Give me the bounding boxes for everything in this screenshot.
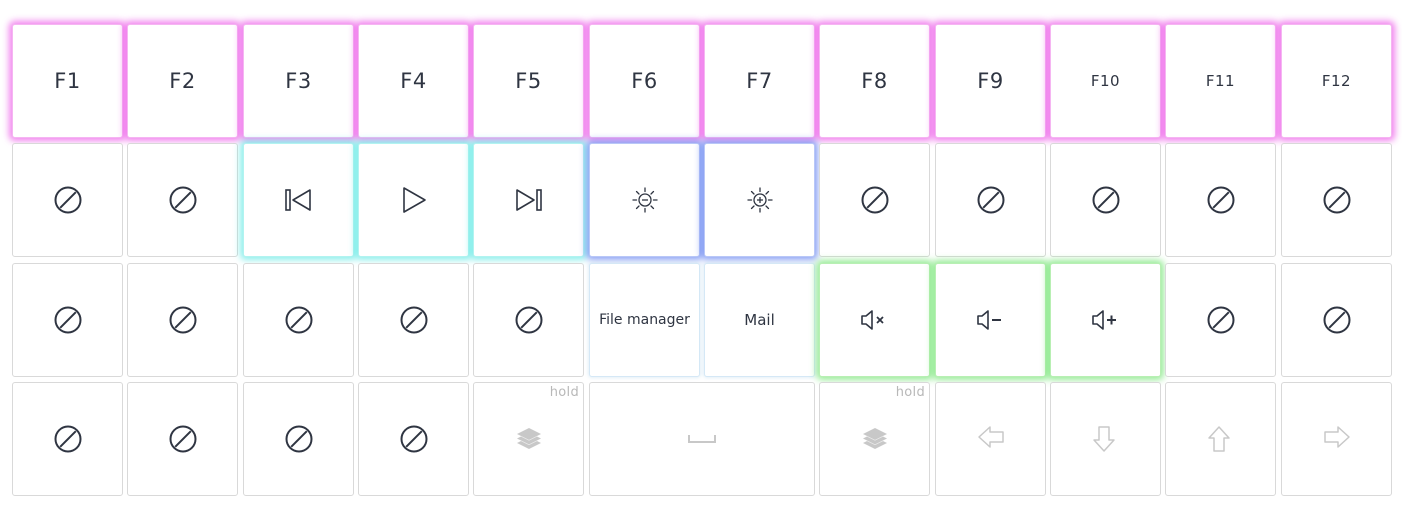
key-r4k2[interactable] [127, 382, 238, 496]
previous-track-icon [284, 187, 314, 213]
brightness-up-icon [746, 186, 774, 214]
no-action-icon [976, 185, 1006, 215]
key-f1[interactable]: F1 [12, 24, 123, 138]
key-brightness-up[interactable] [704, 143, 815, 257]
key-r2k12[interactable] [1281, 143, 1392, 257]
no-action-icon [53, 305, 83, 335]
key-r2k8[interactable] [819, 143, 930, 257]
key-label: F6 [631, 69, 658, 93]
layers-icon [515, 426, 543, 452]
key-r3k2[interactable] [127, 263, 238, 377]
arrow-up-icon [1207, 425, 1235, 453]
key-label: F2 [169, 69, 196, 93]
key-label: F1 [54, 69, 81, 93]
key-r4k3[interactable] [243, 382, 354, 496]
key-media-previous[interactable] [243, 143, 354, 257]
layers-icon [861, 426, 889, 452]
key-brightness-down[interactable] [589, 143, 700, 257]
no-action-icon [399, 424, 429, 454]
next-track-icon [514, 187, 544, 213]
no-action-icon [168, 305, 198, 335]
key-r3k5[interactable] [473, 263, 584, 377]
key-r4k4[interactable] [358, 382, 469, 496]
no-action-icon [1322, 185, 1352, 215]
volume-down-icon [975, 308, 1007, 332]
key-f3[interactable]: F3 [243, 24, 354, 138]
key-text-label: File manager [599, 312, 690, 328]
no-action-icon [514, 305, 544, 335]
key-f7[interactable]: F7 [704, 24, 815, 138]
key-file-manager[interactable]: File manager [589, 263, 700, 377]
key-label: F5 [515, 69, 542, 93]
no-action-icon [1206, 305, 1236, 335]
play-icon [400, 186, 428, 214]
key-volume-up[interactable] [1050, 263, 1161, 377]
no-action-icon [860, 185, 890, 215]
hold-label: hold [895, 385, 925, 400]
volume-up-icon [1090, 308, 1122, 332]
key-mail[interactable]: Mail [704, 263, 815, 377]
key-media-next[interactable] [473, 143, 584, 257]
key-layer-right[interactable]: hold [819, 382, 930, 496]
key-r3k1[interactable] [12, 263, 123, 377]
key-text-label: Mail [744, 311, 775, 329]
key-f4[interactable]: F4 [358, 24, 469, 138]
key-label: F9 [977, 69, 1004, 93]
key-r4k1[interactable] [12, 382, 123, 496]
key-f12[interactable]: F12 [1281, 24, 1392, 138]
key-f5[interactable]: F5 [473, 24, 584, 138]
key-label: F7 [746, 69, 773, 93]
key-layer-left[interactable]: hold [473, 382, 584, 496]
key-f9[interactable]: F9 [935, 24, 1046, 138]
key-r2k9[interactable] [935, 143, 1046, 257]
key-r3k4[interactable] [358, 263, 469, 377]
key-f2[interactable]: F2 [127, 24, 238, 138]
key-media-play[interactable] [358, 143, 469, 257]
key-volume-down[interactable] [935, 263, 1046, 377]
key-r2k10[interactable] [1050, 143, 1161, 257]
key-f10[interactable]: F10 [1050, 24, 1161, 138]
key-f6[interactable]: F6 [589, 24, 700, 138]
no-action-icon [1206, 185, 1236, 215]
brightness-down-icon [631, 186, 659, 214]
volume-mute-icon [859, 308, 891, 332]
key-arrow-right[interactable] [1281, 382, 1392, 496]
arrow-down-icon [1092, 425, 1120, 453]
arrow-left-icon [977, 425, 1005, 453]
key-r2k1[interactable] [12, 143, 123, 257]
key-label: F3 [285, 69, 312, 93]
key-r3k11[interactable] [1165, 263, 1276, 377]
key-f11[interactable]: F11 [1165, 24, 1276, 138]
arrow-right-icon [1323, 425, 1351, 453]
no-action-icon [399, 305, 429, 335]
no-action-icon [168, 185, 198, 215]
space-bar-icon [687, 434, 717, 444]
no-action-icon [284, 305, 314, 335]
key-r3k3[interactable] [243, 263, 354, 377]
hold-label: hold [549, 385, 579, 400]
no-action-icon [1322, 305, 1352, 335]
key-volume-mute[interactable] [819, 263, 930, 377]
key-label: F4 [400, 69, 427, 93]
key-label: F8 [861, 69, 888, 93]
no-action-icon [53, 424, 83, 454]
no-action-icon [284, 424, 314, 454]
key-arrow-up[interactable] [1165, 382, 1276, 496]
key-arrow-left[interactable] [935, 382, 1046, 496]
key-f8[interactable]: F8 [819, 24, 930, 138]
key-label: F12 [1321, 72, 1352, 90]
key-label: F10 [1090, 72, 1121, 90]
key-r2k11[interactable] [1165, 143, 1276, 257]
key-label: F11 [1205, 72, 1236, 90]
key-arrow-down[interactable] [1050, 382, 1161, 496]
key-r2k2[interactable] [127, 143, 238, 257]
no-action-icon [53, 185, 83, 215]
keyboard-layout: F1 F2 F3 F4 F5 F6 F7 F8 F9 F10 F11 F12 File manager M… [0, 0, 1402, 513]
key-r3k12[interactable] [1281, 263, 1392, 377]
no-action-icon [1091, 185, 1121, 215]
key-space[interactable] [589, 382, 815, 496]
no-action-icon [168, 424, 198, 454]
